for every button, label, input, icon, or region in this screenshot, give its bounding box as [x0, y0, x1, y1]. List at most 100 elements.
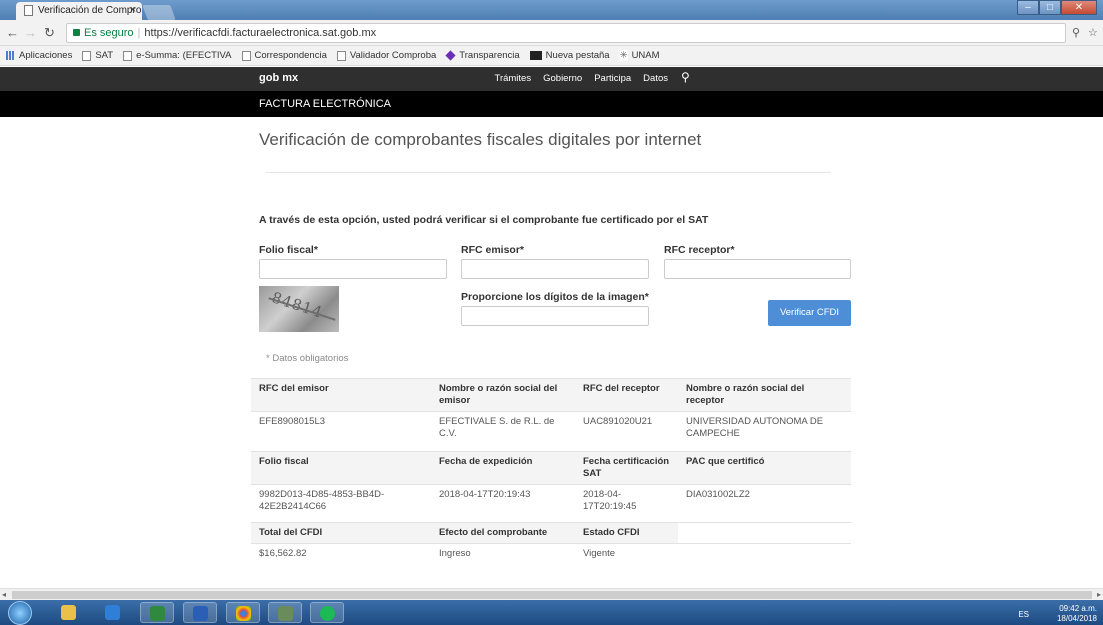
page-icon	[336, 50, 346, 61]
header-cell: Nombre o razón social del receptor	[686, 383, 805, 406]
horizontal-scrollbar[interactable]: ◂ ▸	[0, 588, 1103, 600]
table-header-row: Total del CFDI Efecto del comprobante Es…	[251, 522, 851, 543]
required-note: * Datos obligatorios	[266, 353, 349, 364]
table-cell: Vigente	[583, 548, 616, 559]
page-icon	[241, 50, 251, 61]
address-row: ← → ↻ Es seguro | https://verificacfdi.fac…	[0, 20, 1103, 46]
search-icon[interactable]: ⚲	[681, 70, 690, 84]
scroll-left-icon[interactable]: ◂	[2, 590, 6, 599]
page-icon	[82, 50, 92, 61]
table-cell: EFE8908015L3	[259, 416, 326, 427]
bookmark-sat[interactable]: SAT	[82, 50, 113, 61]
word-taskbar-icon[interactable]	[183, 602, 217, 623]
back-arrow-icon[interactable]: ←	[6, 25, 19, 40]
explorer-taskbar-icon[interactable]	[52, 602, 86, 623]
excel-taskbar-icon[interactable]	[140, 602, 174, 623]
minimize-icon[interactable]: –	[1017, 0, 1039, 15]
nav-gobierno[interactable]: Gobierno	[543, 73, 582, 84]
unam-icon: ✳	[619, 50, 628, 61]
new-tab-button[interactable]	[142, 5, 176, 20]
url-text: https://verificacfdi.facturaelectronica.…	[144, 27, 377, 39]
bookmark-transparencia[interactable]: Transparencia	[445, 50, 520, 61]
media-taskbar-icon[interactable]	[96, 602, 130, 623]
table-cell: EFECTIVALE S. de R.L. de C.V.	[439, 416, 555, 439]
table-cell: $16,562.82	[259, 548, 307, 559]
header-cell: RFC del receptor	[583, 383, 660, 394]
scrollbar-thumb[interactable]	[12, 591, 1092, 599]
table-header-row: RFC del emisor Nombre o razón social del…	[251, 378, 851, 411]
close-tab-icon[interactable]: ×	[130, 4, 136, 16]
table-row: 9982D013-4D85-4853-BB4D-42E2B2414C66 201…	[251, 484, 851, 522]
folio-input[interactable]	[259, 259, 447, 279]
header-cell: PAC que certificó	[686, 456, 765, 467]
gob-logo[interactable]: gob mx	[259, 72, 298, 84]
table-row: $16,562.82 Ingreso Vigente	[251, 543, 851, 564]
captcha-label: Proporcione los dígitos de la imagen*	[461, 291, 649, 303]
bookmark-correspondencia[interactable]: Correspondencia	[241, 50, 327, 61]
maximize-icon[interactable]: □	[1039, 0, 1061, 15]
page-title: Verificación de comprobantes fiscales di…	[259, 130, 702, 149]
header-cell: Nombre o razón social del emisor	[439, 383, 558, 406]
scroll-right-icon[interactable]: ▸	[1097, 590, 1101, 599]
clock[interactable]: 09:42 a.m. 18/04/2018	[1057, 604, 1097, 624]
page-icon	[123, 50, 133, 61]
intro-text: A través de esta opción, usted podrá ver…	[259, 214, 709, 226]
browser-tab[interactable]: Verificación de Comprob ×	[16, 2, 142, 20]
spotify-taskbar-icon[interactable]	[310, 602, 344, 623]
system-tray: ES 09:42 a.m. 18/04/2018	[1018, 604, 1097, 624]
table-cell: Ingreso	[439, 548, 471, 559]
table-cell: UNIVERSIDAD AUTONOMA DE CAMPECHE	[686, 416, 824, 439]
lock-icon	[73, 29, 80, 36]
empty-cell	[678, 544, 851, 564]
table-cell: UAC891020U21	[583, 416, 653, 427]
section-title[interactable]: FACTURA ELECTRÓNICA	[259, 98, 391, 110]
tab-title: Verificación de Comprob	[38, 5, 142, 16]
zoom-icon[interactable]: ⚲	[1072, 26, 1080, 39]
rfc-emisor-label: RFC emisor*	[461, 244, 525, 256]
app-taskbar-icon[interactable]	[268, 602, 302, 623]
header-cell: RFC del emisor	[259, 383, 329, 394]
reload-icon[interactable]: ↻	[44, 25, 55, 41]
rfc-receptor-input[interactable]	[664, 259, 851, 279]
nav-participa[interactable]: Participa	[594, 73, 631, 84]
clock-time: 09:42 a.m.	[1059, 604, 1097, 613]
rfc-receptor-label: RFC receptor*	[664, 244, 735, 256]
bookmarks-bar: Aplicaciones SAT e-Summa: (EFECTIVA Corr…	[0, 46, 1103, 66]
chrome-taskbar-icon[interactable]	[226, 602, 260, 623]
nav-tramites[interactable]: Trámites	[495, 73, 532, 84]
start-button[interactable]	[8, 601, 32, 625]
bookmark-validador[interactable]: Validador Comproba	[336, 50, 436, 61]
header-cell: Fecha de expedición	[439, 456, 533, 467]
nav-datos[interactable]: Datos	[643, 73, 668, 84]
header-cell: Folio fiscal	[259, 456, 309, 467]
window-controls: – □ ✕	[1017, 0, 1097, 15]
results-table: RFC del emisor Nombre o razón social del…	[251, 378, 851, 564]
rfc-emisor-input[interactable]	[461, 259, 649, 279]
captcha-input[interactable]	[461, 306, 649, 326]
close-window-icon[interactable]: ✕	[1061, 0, 1097, 15]
verify-button[interactable]: Verificar CFDI	[768, 300, 851, 326]
language-indicator[interactable]: ES	[1018, 610, 1029, 619]
bookmark-apps[interactable]: Aplicaciones	[6, 50, 72, 61]
page-icon	[24, 5, 33, 16]
clock-date: 18/04/2018	[1056, 614, 1097, 623]
section-bar: FACTURA ELECTRÓNICA	[0, 91, 1103, 117]
forward-arrow-icon[interactable]: →	[24, 25, 37, 40]
bookmark-nueva-pestana[interactable]: Nueva pestaña	[529, 50, 610, 61]
bookmark-esumma[interactable]: e-Summa: (EFECTIVA	[123, 50, 232, 61]
bookmark-unam[interactable]: ✳ UNAM	[619, 50, 660, 61]
address-bar[interactable]: Es seguro | https://verificacfdi.facturael…	[66, 23, 1066, 43]
transparencia-icon	[445, 50, 456, 61]
table-header-row: Folio fiscal Fecha de expedición Fecha c…	[251, 451, 851, 484]
table-cell: DIA031002LZ2	[686, 489, 750, 500]
bookmark-star-icon[interactable]: ☆	[1088, 26, 1098, 39]
secure-label: Es seguro	[84, 27, 134, 39]
table-cell: 2018-04-17T20:19:45	[583, 489, 637, 512]
divider	[266, 172, 831, 173]
header-cell: Fecha certificación SAT	[583, 456, 670, 479]
captcha-text: 84814	[269, 288, 326, 322]
table-cell: 9982D013-4D85-4853-BB4D-42E2B2414C66	[259, 489, 385, 512]
taskbar: ES 09:42 a.m. 18/04/2018	[0, 600, 1103, 625]
folio-label: Folio fiscal*	[259, 244, 318, 256]
header-cell: Estado CFDI	[583, 527, 640, 538]
